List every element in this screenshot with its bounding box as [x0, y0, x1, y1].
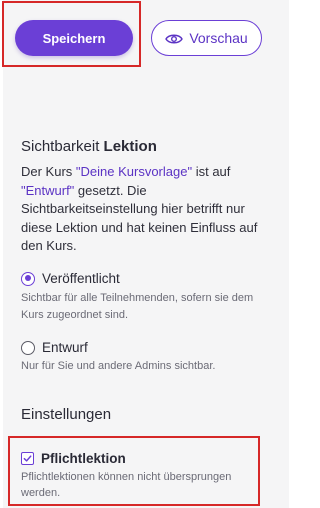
- radio-draft-help: Nur für Sie und andere Admins sichtbar.: [21, 360, 216, 372]
- course-link[interactable]: "Deine Kursvorlage": [76, 164, 192, 179]
- status-link[interactable]: "Entwurf": [21, 183, 74, 198]
- visibility-heading: Sichtbarkeit Lektion: [21, 138, 157, 155]
- visibility-heading-bold: Lektion: [103, 138, 157, 155]
- radio-published-help: Sichtbar für alle Teilnehmenden, sofern …: [21, 292, 254, 321]
- visibility-description: Der Kurs "Deine Kursvorlage" ist auf "En…: [21, 163, 271, 256]
- mandatory-checkbox[interactable]: [21, 452, 34, 465]
- settings-heading: Einstellungen: [21, 406, 112, 423]
- visibility-desc-part1: Der Kurs: [21, 164, 76, 179]
- visibility-heading-prefix: Sichtbarkeit: [21, 138, 104, 155]
- radio-option-published[interactable]: Veröffentlicht: [21, 271, 120, 286]
- save-button[interactable]: Speichern: [15, 20, 133, 56]
- eye-icon: [165, 32, 184, 44]
- radio-draft-label: Entwurf: [42, 340, 88, 355]
- mandatory-label: Pflichtlektion: [41, 451, 126, 466]
- mandatory-help: Pflichtlektionen können nicht übersprung…: [21, 471, 232, 499]
- preview-label: Vorschau: [189, 30, 248, 46]
- mandatory-lesson-toggle[interactable]: Pflichtlektion: [21, 451, 126, 466]
- radio-option-draft[interactable]: Entwurf: [21, 340, 88, 355]
- radio-published-label: Veröffentlicht: [42, 271, 120, 286]
- preview-button[interactable]: Vorschau: [151, 20, 262, 56]
- panel-divider: [0, 0, 3, 508]
- visibility-desc-part2: ist auf: [192, 164, 231, 179]
- checkmark-icon: [23, 455, 32, 462]
- radio-published[interactable]: [21, 271, 35, 286]
- radio-draft[interactable]: [21, 340, 35, 355]
